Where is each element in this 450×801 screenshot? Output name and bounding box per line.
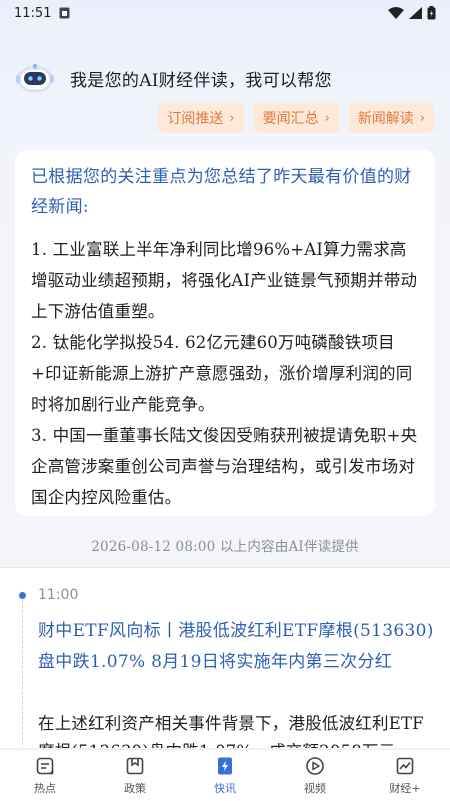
nav-label: 财经+	[389, 782, 421, 795]
nav-item-hot[interactable]: 热点	[10, 750, 80, 801]
chart-line-icon	[394, 755, 416, 777]
status-right	[388, 6, 436, 20]
assistant-greeting-text: 我是您的AI财经伴读，我可以帮您	[70, 70, 332, 91]
wifi-icon	[388, 7, 404, 19]
status-bar: 11:51	[0, 0, 450, 26]
news-title[interactable]: 财中ETF风向标丨港股低波红利ETF摩根(513630)盘中跌1.07% 8月1…	[38, 616, 434, 678]
ai-summary-card: 已根据您的关注重点为您总结了昨天最有价值的财经新闻: 1. 工业富联上半年净利同…	[15, 150, 435, 516]
news-time: 11:00	[38, 587, 79, 603]
chip-label: 新闻解读	[357, 111, 414, 127]
chip-news-interpretation[interactable]: 新闻解读 ›	[348, 103, 434, 133]
nav-label: 视频	[304, 782, 326, 795]
sim-card-icon	[59, 7, 70, 19]
chevron-right-icon: ›	[419, 110, 425, 126]
chevron-right-icon: ›	[324, 110, 330, 126]
summary-item[interactable]: 3. 中国一重董事长陆文俊因受贿获刑被提请免职+央企高管涉案重创公司声誉与治理结…	[31, 420, 419, 513]
summary-item[interactable]: 1. 工业富联上半年净利同比增96%+AI算力需求高增驱动业绩超预期，将强化AI…	[31, 234, 419, 327]
flash-news-icon	[214, 755, 236, 777]
assistant-greeting-row: 我是您的AI财经伴读，我可以帮您	[14, 58, 436, 98]
summary-intro: 已根据您的关注重点为您总结了昨天最有价值的财经新闻:	[31, 167, 412, 217]
status-left: 11:51	[14, 6, 70, 21]
news-body[interactable]: 在上述红利资产相关事件背景下，港股低波红利ETF摩根(513630)盘中跌1.0…	[38, 710, 434, 748]
nav-item-finance-plus[interactable]: 财经+	[370, 750, 440, 801]
bottom-nav: 热点 政策 快讯 视频 财经+	[0, 749, 450, 801]
signal-icon	[409, 7, 422, 19]
summary-footer: 2026-08-12 08:00 以上内容由AI伴读提供	[91, 539, 359, 555]
nav-item-flash[interactable]: 快讯	[190, 750, 260, 801]
timeline-line	[22, 600, 23, 748]
nav-label: 政策	[124, 782, 146, 795]
chip-news-summary[interactable]: 要闻汇总 ›	[253, 103, 339, 133]
news-feed: 11:00 财中ETF风向标丨港股低波红利ETF摩根(513630)盘中跌1.0…	[0, 568, 450, 748]
chevron-right-icon: ›	[229, 110, 235, 126]
chip-subscribe-push[interactable]: 订阅推送 ›	[158, 103, 244, 133]
status-time: 11:51	[14, 5, 52, 21]
nav-item-video[interactable]: 视频	[280, 750, 350, 801]
nav-item-policy[interactable]: 政策	[100, 750, 170, 801]
nav-label: 快讯	[214, 782, 236, 795]
summary-item[interactable]: 2. 钛能化学拟投54. 62亿元建60万吨磷酸铁项目+印证新能源上游扩产意愿强…	[31, 327, 419, 420]
summary-list: 1. 工业富联上半年净利同比增96%+AI算力需求高增驱动业绩超预期，将强化AI…	[31, 234, 419, 513]
hot-news-icon	[34, 755, 56, 777]
quick-action-chips: 订阅推送 › 要闻汇总 › 新闻解读 ›	[158, 103, 434, 133]
policy-icon	[124, 755, 146, 777]
chip-label: 订阅推送	[167, 111, 224, 127]
robot-icon	[14, 61, 56, 95]
chip-label: 要闻汇总	[262, 111, 319, 127]
nav-label: 热点	[34, 782, 56, 795]
video-play-icon	[304, 755, 326, 777]
timeline-dot	[19, 592, 26, 599]
battery-icon	[427, 6, 436, 20]
